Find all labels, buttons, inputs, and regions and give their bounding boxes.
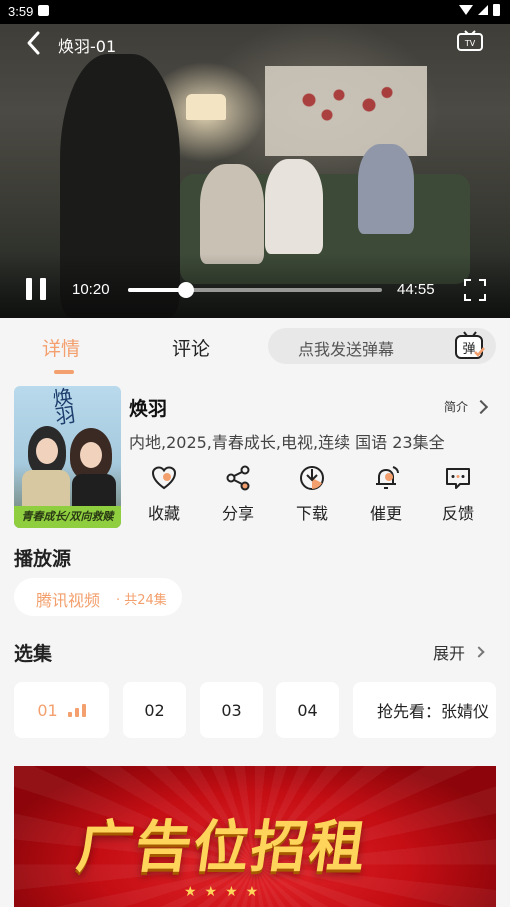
feedback-button[interactable]: 反馈: [428, 464, 488, 524]
episodes-section-title: 选集: [14, 643, 53, 665]
action-label: 收藏: [147, 504, 180, 523]
pause-button[interactable]: [26, 278, 46, 300]
back-arrow-icon[interactable]: [22, 30, 48, 56]
episode-number: 01: [37, 700, 58, 720]
wifi-icon: [459, 5, 473, 15]
status-bar: 3:59: [0, 0, 510, 24]
bell-icon: [376, 466, 399, 489]
episode-number: 04: [297, 700, 318, 720]
download-button[interactable]: 下载: [282, 464, 342, 524]
video-title: 焕羽-01: [58, 37, 117, 56]
poster-title: 焕羽: [51, 386, 77, 429]
lamp: [186, 94, 226, 120]
source-episode-count: · 共24集: [116, 593, 167, 608]
episode-preview-label: 抢先看：张婧仪: [377, 702, 490, 721]
tab-indicator: [54, 370, 74, 374]
current-time: 10:20: [72, 281, 110, 298]
remind-update-button[interactable]: 催更: [356, 464, 416, 524]
intro-link[interactable]: 简介: [444, 398, 489, 415]
tab-comments[interactable]: 评论: [172, 334, 210, 361]
wall-tapestry: [265, 66, 427, 156]
favorite-button[interactable]: 收藏: [134, 464, 194, 524]
show-poster[interactable]: 焕羽 青春成长/双向救赎: [14, 386, 121, 528]
source-tencent[interactable]: 腾讯视频 · 共24集: [14, 578, 182, 616]
video-player[interactable]: 3:59 焕羽-01 TV 10:20 44:55: [0, 0, 510, 318]
share-button[interactable]: 分享: [208, 464, 268, 524]
danmu-icon-label: 弹: [462, 342, 475, 357]
person: [200, 164, 264, 264]
ad-text: 广告位招租: [72, 815, 372, 880]
danmu-placeholder: 点我发送弹幕: [298, 340, 395, 359]
action-label: 反馈: [441, 504, 474, 523]
tv-cast-icon[interactable]: TV: [456, 30, 484, 54]
poster-face: [36, 438, 58, 464]
episode-number: 03: [221, 700, 242, 720]
person: [358, 144, 414, 234]
episode-02[interactable]: 02: [123, 682, 186, 738]
progress-slider[interactable]: [128, 282, 382, 298]
chevron-right-icon: [473, 646, 485, 658]
episode-number: 02: [144, 700, 165, 720]
detail-content: 详情 评论 点我发送弹幕 弹 焕羽 青春成长/双向救赎 焕羽 简介 内地,202…: [0, 318, 510, 907]
person: [265, 159, 323, 254]
show-info: 焕羽 青春成长/双向救赎 焕羽 简介 内地,2025,青春成长,电视,连续 国语…: [0, 384, 510, 530]
poster-face: [80, 442, 102, 468]
show-title: 焕羽: [129, 398, 168, 420]
show-meta: 内地,2025,青春成长,电视,连续 国语 23集全: [129, 433, 445, 452]
episode-03[interactable]: 03: [200, 682, 263, 738]
download-icon: [300, 466, 324, 490]
ad-banner[interactable]: 广告位招租 ★★★★: [14, 766, 496, 907]
signal-icon: [478, 5, 488, 15]
source-section-title: 播放源: [14, 548, 72, 570]
episode-04[interactable]: 04: [276, 682, 339, 738]
player-bottom-bar: 10:20 44:55: [0, 268, 510, 312]
action-label: 下载: [295, 504, 328, 523]
player-top-bar: 焕羽-01 TV: [0, 24, 510, 64]
feedback-icon: [446, 468, 470, 489]
danmu-input[interactable]: 点我发送弹幕 弹: [268, 328, 496, 364]
action-label: 分享: [221, 504, 254, 523]
action-label: 催更: [369, 504, 402, 523]
total-time: 44:55: [397, 281, 435, 298]
poster-body: [22, 470, 70, 510]
source-name: 腾讯视频: [36, 591, 101, 610]
ad-stars: ★★★★: [184, 884, 267, 900]
episode-01[interactable]: 01: [14, 682, 109, 738]
poster-body: [72, 474, 116, 510]
chevron-right-icon: [473, 399, 489, 414]
svg-text:TV: TV: [464, 39, 476, 48]
expand-label: 展开: [433, 644, 466, 663]
action-row: 收藏 分享 下载 催更 反馈: [128, 464, 496, 526]
heart-icon: [151, 466, 177, 490]
expand-episodes-button[interactable]: 展开: [433, 640, 485, 664]
tab-details[interactable]: 详情: [42, 334, 80, 361]
danmu-toggle-icon[interactable]: 弹: [454, 331, 486, 361]
app-notification-icon: [38, 5, 49, 16]
battery-icon: [493, 4, 500, 16]
intro-label: 简介: [444, 400, 469, 414]
tab-bar: 详情 评论 点我发送弹幕 弹: [0, 318, 510, 378]
poster-tagline: 青春成长/双向救赎: [14, 506, 121, 528]
status-time: 3:59: [8, 4, 34, 19]
progress-thumb[interactable]: [178, 282, 195, 298]
fullscreen-icon[interactable]: [464, 279, 486, 301]
share-icon: [226, 465, 250, 491]
episode-preview[interactable]: 抢先看：张婧仪: [353, 682, 496, 738]
playing-bars-icon: [67, 703, 86, 717]
